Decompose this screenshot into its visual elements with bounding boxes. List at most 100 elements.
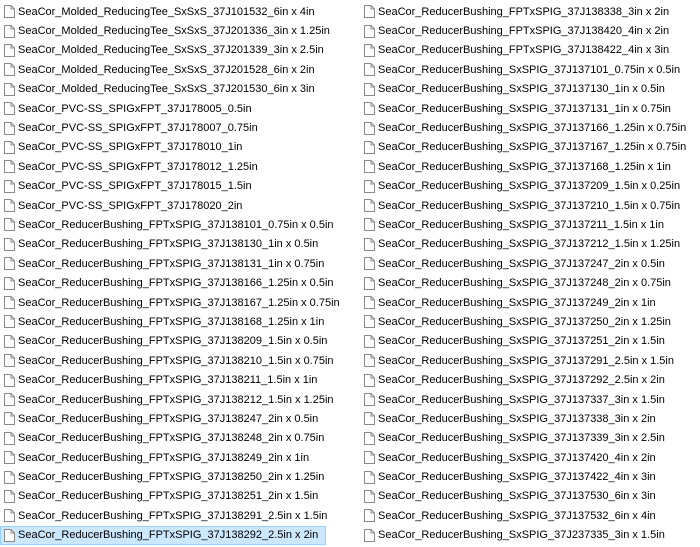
file-icon xyxy=(4,5,15,19)
file-name: SeaCor_ReducerBushing_SxSPIG_37J137337_3… xyxy=(378,393,665,406)
file-item[interactable]: SeaCor_ReducerBushing_FPTxSPIG_37J138211… xyxy=(0,370,360,389)
file-item[interactable]: SeaCor_ReducerBushing_SxSPIG_37J137248_2… xyxy=(360,273,700,292)
file-item[interactable]: SeaCor_ReducerBushing_SxSPIG_37J137168_1… xyxy=(360,157,700,176)
file-name: SeaCor_ReducerBushing_SxSPIG_37J137209_1… xyxy=(378,180,681,193)
file-item[interactable]: SeaCor_PVC-SS_SPIGxFPT_37J178005_0.5in xyxy=(0,99,360,118)
file-name: SeaCor_ReducerBushing_SxSPIG_37J137291_2… xyxy=(378,354,674,367)
file-item[interactable]: SeaCor_ReducerBushing_FPTxSPIG_37J138420… xyxy=(360,21,700,40)
file-item[interactable]: SeaCor_ReducerBushing_FPTxSPIG_37J138167… xyxy=(0,293,360,312)
file-name: SeaCor_ReducerBushing_SxSPIG_37J137131_1… xyxy=(378,102,671,115)
file-item[interactable]: SeaCor_ReducerBushing_SxSPIG_37J137210_1… xyxy=(360,196,700,215)
file-icon xyxy=(4,140,15,154)
file-item[interactable]: SeaCor_ReducerBushing_FPTxSPIG_37J138292… xyxy=(0,525,326,545)
file-name: SeaCor_ReducerBushing_FPTxSPIG_37J138251… xyxy=(18,490,319,503)
file-item[interactable]: SeaCor_ReducerBushing_SxSPIG_37J137247_2… xyxy=(360,254,700,273)
file-icon xyxy=(4,315,15,329)
file-name: SeaCor_ReducerBushing_FPTxSPIG_37J138292… xyxy=(18,529,319,542)
file-item[interactable]: SeaCor_ReducerBushing_FPTxSPIG_37J138422… xyxy=(360,41,700,60)
file-item[interactable]: SeaCor_ReducerBushing_SxSPIG_37J137131_1… xyxy=(360,99,700,118)
file-item[interactable]: SeaCor_PVC-SS_SPIGxFPT_37J178007_0.75in xyxy=(0,118,360,137)
file-icon xyxy=(4,296,15,310)
file-item[interactable]: SeaCor_ReducerBushing_SxSPIG_37J137250_2… xyxy=(360,312,700,331)
file-name: SeaCor_ReducerBushing_SxSPIG_37J137249_2… xyxy=(378,296,656,309)
file-item[interactable]: SeaCor_ReducerBushing_FPTxSPIG_37J138251… xyxy=(0,487,360,506)
file-item[interactable]: SeaCor_ReducerBushing_SxSPIG_37J137130_1… xyxy=(360,80,700,99)
file-item[interactable]: SeaCor_ReducerBushing_SxSPIG_37J137338_3… xyxy=(360,409,700,428)
file-icon xyxy=(364,393,375,406)
file-name: SeaCor_ReducerBushing_FPTxSPIG_37J138248… xyxy=(18,432,325,445)
file-name: SeaCor_PVC-SS_SPIGxFPT_37J178020_2in xyxy=(18,199,243,212)
file-icon xyxy=(4,489,15,503)
file-item[interactable]: SeaCor_ReducerBushing_FPTxSPIG_37J138209… xyxy=(0,332,360,351)
file-item[interactable]: SeaCor_PVC-SS_SPIGxFPT_37J178010_1in xyxy=(0,138,360,157)
file-item[interactable]: SeaCor_ReducerBushing_FPTxSPIG_37J138212… xyxy=(0,390,360,409)
file-icon xyxy=(364,199,375,213)
file-item[interactable]: SeaCor_ReducerBushing_FPTxSPIG_37J138168… xyxy=(0,312,360,331)
file-name: SeaCor_ReducerBushing_SxSPIG_37J137210_1… xyxy=(378,199,681,212)
file-name: SeaCor_ReducerBushing_SxSPIG_37J137166_1… xyxy=(378,122,687,135)
file-item[interactable]: SeaCor_ReducerBushing_SxSPIG_37J137166_1… xyxy=(360,118,700,137)
file-item[interactable]: SeaCor_ReducerBushing_SxSPIG_37J137337_3… xyxy=(360,390,700,409)
file-item[interactable]: SeaCor_ReducerBushing_FPTxSPIG_37J138291… xyxy=(0,506,360,525)
file-icon xyxy=(364,528,375,542)
file-icon xyxy=(4,509,15,523)
file-item[interactable]: SeaCor_ReducerBushing_SxSPIG_37J137339_3… xyxy=(360,429,700,448)
file-column-right: SeaCor_ReducerBushing_FPTxSPIG_37J138338… xyxy=(360,0,700,547)
file-item[interactable]: SeaCor_PVC-SS_SPIGxFPT_37J178015_1.5in xyxy=(0,177,360,196)
file-icon xyxy=(364,354,375,368)
file-name: SeaCor_ReducerBushing_SxSPIG_37J137248_2… xyxy=(378,277,671,290)
file-icon xyxy=(364,489,375,503)
file-item[interactable]: SeaCor_ReducerBushing_FPTxSPIG_37J138250… xyxy=(0,467,360,486)
file-name: SeaCor_ReducerBushing_FPTxSPIG_37J138247… xyxy=(18,412,319,425)
file-item[interactable]: SeaCor_Molded_ReducingTee_SxSxS_37J20153… xyxy=(0,80,360,99)
file-icon xyxy=(364,218,375,232)
file-item[interactable]: SeaCor_Molded_ReducingTee_SxSxS_37J20152… xyxy=(0,60,360,79)
file-item[interactable]: SeaCor_PVC-SS_SPIGxFPT_37J178020_2in xyxy=(0,196,360,215)
file-item[interactable]: SeaCor_ReducerBushing_SxSPIG_37J137209_1… xyxy=(360,177,700,196)
file-icon xyxy=(364,296,375,310)
file-item[interactable]: SeaCor_ReducerBushing_SxSPIG_37J137211_1… xyxy=(360,215,700,234)
file-icon xyxy=(4,179,15,193)
file-item[interactable]: SeaCor_ReducerBushing_FPTxSPIG_37J138249… xyxy=(0,448,360,467)
file-name: SeaCor_ReducerBushing_SxSPIG_37J137212_1… xyxy=(378,238,681,251)
file-name: SeaCor_ReducerBushing_FPTxSPIG_37J138209… xyxy=(18,335,328,348)
file-item[interactable]: SeaCor_ReducerBushing_SxSPIG_37J137101_0… xyxy=(360,60,700,79)
file-name: SeaCor_ReducerBushing_SxSPIG_37J137211_1… xyxy=(378,218,664,231)
file-item[interactable]: SeaCor_ReducerBushing_SxSPIG_37J137420_4… xyxy=(360,448,700,467)
file-item[interactable]: SeaCor_ReducerBushing_FPTxSPIG_37J138247… xyxy=(0,409,360,428)
file-item[interactable]: SeaCor_Molded_ReducingTee_SxSxS_37J10153… xyxy=(0,2,360,21)
file-icon xyxy=(4,121,15,135)
file-item[interactable]: SeaCor_PVC-SS_SPIGxFPT_37J178012_1.25in xyxy=(0,157,360,176)
file-icon xyxy=(4,218,15,232)
file-item[interactable]: SeaCor_ReducerBushing_FPTxSPIG_37J138248… xyxy=(0,429,360,448)
file-item[interactable]: SeaCor_Molded_ReducingTee_SxSxS_37J20133… xyxy=(0,21,360,40)
file-item[interactable]: SeaCor_Molded_ReducingTee_SxSxS_37J20133… xyxy=(0,41,360,60)
file-item[interactable]: SeaCor_ReducerBushing_FPTxSPIG_37J138166… xyxy=(0,273,360,292)
file-item[interactable]: SeaCor_ReducerBushing_SxSPIG_37J137251_2… xyxy=(360,332,700,351)
file-icon xyxy=(4,199,15,213)
file-icon xyxy=(4,528,15,542)
file-item[interactable]: SeaCor_ReducerBushing_SxSPIG_37J137292_2… xyxy=(360,370,700,389)
file-name: SeaCor_ReducerBushing_SxSPIG_37J137247_2… xyxy=(378,257,665,270)
file-item[interactable]: SeaCor_ReducerBushing_SxSPIG_37J137291_2… xyxy=(360,351,700,370)
file-item[interactable]: SeaCor_ReducerBushing_FPTxSPIG_37J138131… xyxy=(0,254,360,273)
file-item[interactable]: SeaCor_ReducerBushing_FPTxSPIG_37J138210… xyxy=(0,351,360,370)
file-name: SeaCor_ReducerBushing_SxSPIG_37J137530_6… xyxy=(378,490,656,503)
file-icon xyxy=(364,470,375,484)
file-item[interactable]: SeaCor_ReducerBushing_SxSPIG_37J137167_1… xyxy=(360,138,700,157)
file-item[interactable]: SeaCor_ReducerBushing_SxSPIG_37J137532_6… xyxy=(360,506,700,525)
file-name: SeaCor_Molded_ReducingTee_SxSxS_37J20153… xyxy=(18,83,315,96)
file-icon xyxy=(4,160,15,174)
file-name: SeaCor_ReducerBushing_FPTxSPIG_37J138338… xyxy=(378,5,670,18)
file-item[interactable]: SeaCor_ReducerBushing_SxSPIG_37J137212_1… xyxy=(360,235,700,254)
file-icon xyxy=(4,373,15,387)
file-name: SeaCor_ReducerBushing_FPTxSPIG_37J138422… xyxy=(378,44,670,57)
file-item[interactable]: SeaCor_ReducerBushing_FPTxSPIG_37J138101… xyxy=(0,215,360,234)
file-item[interactable]: SeaCor_ReducerBushing_SxSPIG_37J137249_2… xyxy=(360,293,700,312)
file-name: SeaCor_PVC-SS_SPIGxFPT_37J178015_1.5in xyxy=(18,180,252,193)
file-item[interactable]: SeaCor_ReducerBushing_SxSPIG_37J137422_4… xyxy=(360,467,700,486)
file-item[interactable]: SeaCor_ReducerBushing_SxSPIG_37J237335_3… xyxy=(360,526,700,545)
file-item[interactable]: SeaCor_ReducerBushing_FPTxSPIG_37J138130… xyxy=(0,235,360,254)
file-item[interactable]: SeaCor_ReducerBushing_FPTxSPIG_37J138338… xyxy=(360,2,700,21)
file-item[interactable]: SeaCor_ReducerBushing_SxSPIG_37J137530_6… xyxy=(360,487,700,506)
